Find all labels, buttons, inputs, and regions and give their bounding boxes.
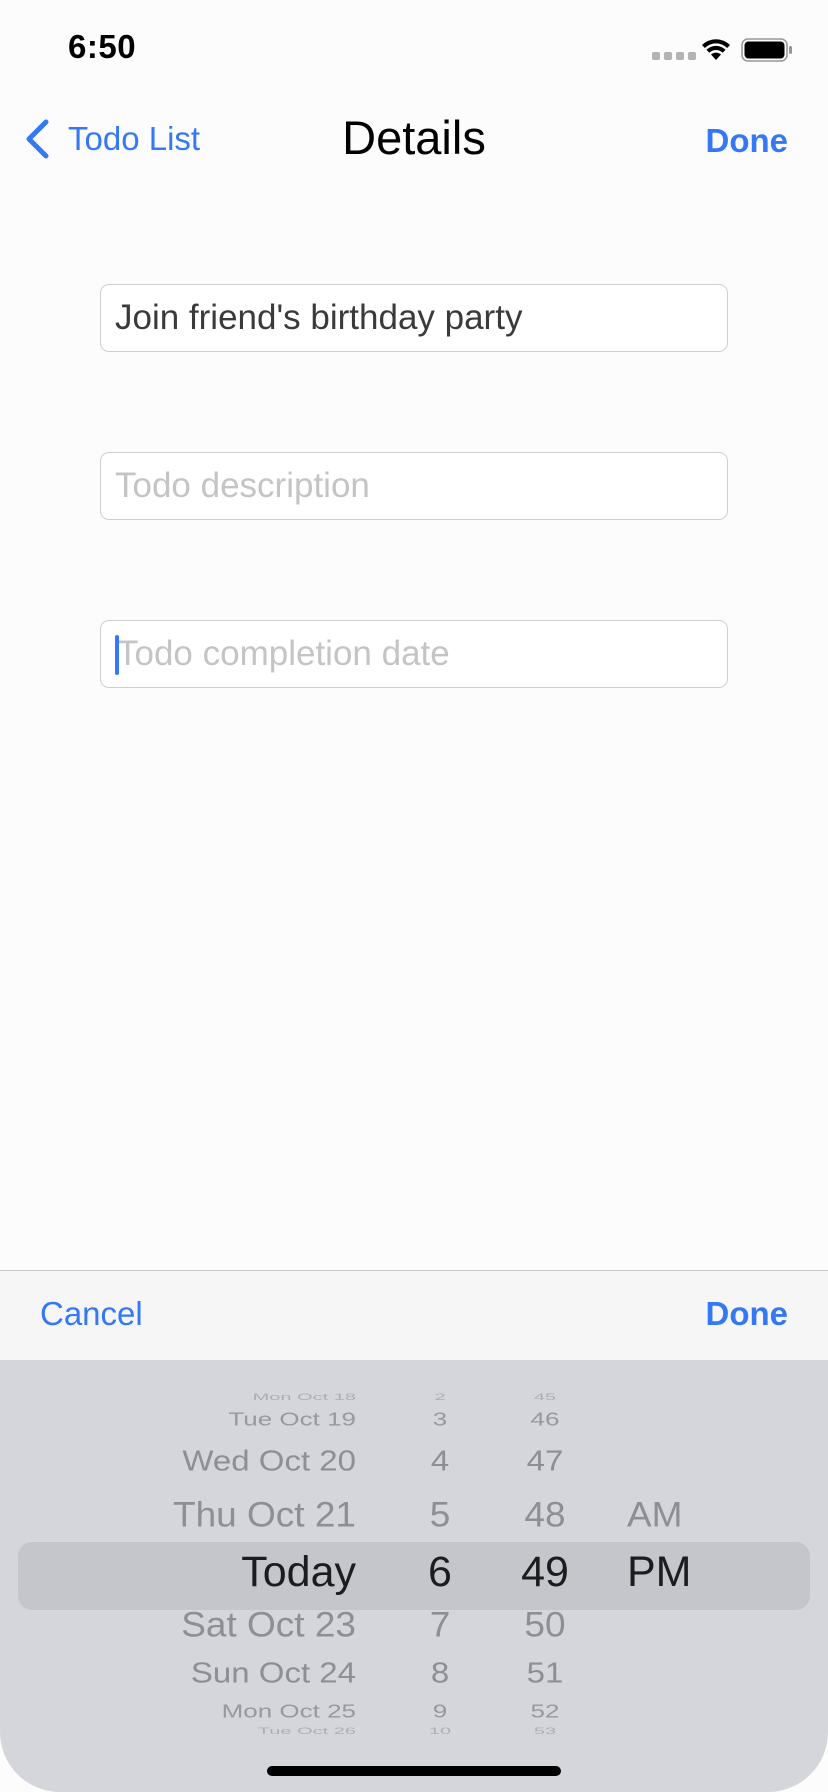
picker-minute-item[interactable]: 50 xyxy=(500,1605,590,1645)
picker-hour-item-selected[interactable]: 6 xyxy=(400,1548,480,1597)
picker-hour-item[interactable]: 3 xyxy=(400,1408,480,1430)
picker-date-item[interactable]: Sat Oct 23 xyxy=(181,1605,356,1645)
date-time-picker[interactable]: Mon Oct 18 Tue Oct 19 Wed Oct 20 Thu Oct 21… xyxy=(0,1360,828,1792)
home-indicator xyxy=(267,1766,561,1776)
input-accessory-toolbar: Cancel Done xyxy=(0,1270,828,1360)
picker-hour-item[interactable]: 4 xyxy=(400,1444,480,1477)
picker-date-item[interactable]: Wed Oct 20 xyxy=(182,1444,356,1477)
picker-date-item-selected[interactable]: Today xyxy=(241,1548,356,1597)
picker-date-item[interactable]: Tue Oct 26 xyxy=(258,1726,356,1736)
picker-minute-column[interactable]: 45 46 47 48 49 50 51 52 53 xyxy=(500,1360,590,1792)
todo-completion-date-field[interactable]: Todo completion date xyxy=(100,620,728,688)
status-bar: 6:50 xyxy=(0,0,828,100)
cancel-button[interactable]: Cancel xyxy=(40,1295,143,1333)
picker-date-item[interactable]: Tue Oct 19 xyxy=(228,1408,356,1430)
picker-minute-item[interactable]: 52 xyxy=(500,1700,590,1722)
picker-minute-item[interactable]: 51 xyxy=(500,1656,590,1689)
picker-hour-item[interactable]: 10 xyxy=(400,1726,480,1736)
picker-minute-item[interactable]: 53 xyxy=(500,1726,590,1736)
picker-date-item[interactable]: Mon Oct 25 xyxy=(222,1700,356,1722)
picker-minute-item[interactable]: 45 xyxy=(500,1392,590,1402)
status-time: 6:50 xyxy=(68,28,137,65)
picker-minute-item[interactable]: 47 xyxy=(500,1444,590,1477)
picker-minute-item[interactable]: 46 xyxy=(500,1408,590,1430)
picker-hour-column[interactable]: 2 3 4 5 6 7 8 9 10 xyxy=(400,1360,480,1792)
picker-ampm-item-selected[interactable]: PM xyxy=(627,1548,692,1597)
todo-title-field[interactable]: Join friend's birthday party xyxy=(100,284,728,352)
picker-hour-item[interactable]: 8 xyxy=(400,1656,480,1689)
todo-completion-date-placeholder: Todo completion date xyxy=(117,634,450,673)
todo-description-field[interactable]: Todo description xyxy=(100,452,728,520)
battery-icon xyxy=(741,38,792,62)
toolbar-done-button[interactable]: Done xyxy=(706,1295,789,1333)
picker-minute-item-selected[interactable]: 49 xyxy=(500,1548,590,1597)
picker-hour-item[interactable]: 2 xyxy=(400,1392,480,1402)
cellular-signal-icon xyxy=(652,52,696,60)
page-title: Details xyxy=(342,111,486,164)
navigation-bar: Todo List Details Done xyxy=(0,100,828,188)
picker-minute-item[interactable]: 48 xyxy=(500,1495,590,1535)
screen: 6:50 Todo List Details Done Join friend'… xyxy=(0,0,828,1792)
picker-ampm-column[interactable]: AM PM xyxy=(627,1360,747,1792)
text-cursor xyxy=(115,635,119,675)
picker-date-item[interactable]: Mon Oct 18 xyxy=(253,1392,356,1402)
todo-description-placeholder: Todo description xyxy=(115,466,370,505)
picker-date-item[interactable]: Thu Oct 21 xyxy=(173,1495,356,1535)
picker-hour-item[interactable]: 7 xyxy=(400,1605,480,1645)
picker-ampm-item[interactable]: AM xyxy=(627,1495,683,1535)
picker-hour-item[interactable]: 9 xyxy=(400,1700,480,1722)
done-button[interactable]: Done xyxy=(706,122,789,160)
wifi-icon xyxy=(702,39,730,60)
picker-date-column[interactable]: Mon Oct 18 Tue Oct 19 Wed Oct 20 Thu Oct 21… xyxy=(60,1360,356,1792)
picker-hour-item[interactable]: 5 xyxy=(400,1495,480,1535)
picker-date-item[interactable]: Sun Oct 24 xyxy=(191,1656,356,1689)
